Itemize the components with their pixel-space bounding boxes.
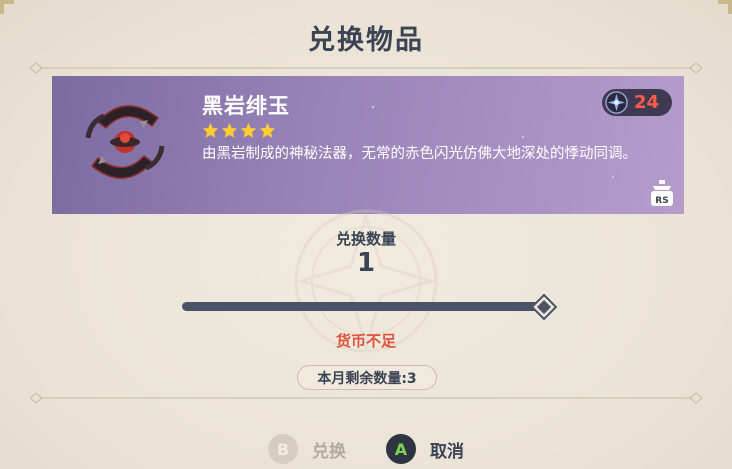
divider-ornament (30, 392, 702, 404)
dialog-title: 兑换物品 (308, 25, 424, 56)
cost-badge: 24 (602, 89, 672, 116)
corner-ornament-icon (718, 0, 732, 14)
quantity-slider[interactable] (182, 294, 562, 320)
item-details-icon[interactable]: RS (647, 178, 677, 208)
a-button-icon: A (386, 434, 416, 464)
insufficient-currency-warning: 货币不足 (335, 332, 396, 350)
star-icon (259, 122, 276, 138)
slider-track[interactable] (182, 302, 544, 311)
blackcliff-agate-catalyst-icon (85, 105, 165, 179)
quantity-value: 1 (356, 248, 376, 278)
item-name: 黑岩绯玉 (202, 94, 290, 118)
exchange-dialog: 兑换物品 黑岩绯玉 由黑岩制成的神秘法器，无常的赤色闪光仿佛大地深处的悸动同调。 (0, 0, 732, 469)
quantity-label: 兑换数量 (335, 230, 396, 248)
exchange-button-label: 兑换 (312, 441, 346, 462)
slider-handle[interactable] (531, 294, 557, 320)
star-icon (240, 122, 257, 138)
cost-value: 24 (634, 92, 660, 113)
item-description: 由黑岩制成的神秘法器，无常的赤色闪光仿佛大地深处的悸动同调。 (202, 146, 637, 162)
cancel-button[interactable]: A 取消 (386, 433, 464, 465)
corner-ornament-icon (0, 0, 14, 14)
item-card: 黑岩绯玉 由黑岩制成的神秘法器，无常的赤色闪光仿佛大地深处的悸动同调。 24 R… (52, 76, 684, 214)
rs-label: RS (655, 196, 668, 206)
star-icon (202, 122, 219, 138)
starglitter-icon (605, 91, 628, 114)
divider-ornament (30, 62, 702, 74)
cancel-button-label: 取消 (430, 441, 464, 462)
rarity-stars (202, 122, 276, 139)
exchange-button[interactable]: B 兑换 (268, 433, 346, 465)
b-button-icon: B (268, 434, 298, 464)
monthly-limit-badge: 本月剩余数量:3 (297, 365, 437, 390)
star-icon (221, 122, 238, 138)
